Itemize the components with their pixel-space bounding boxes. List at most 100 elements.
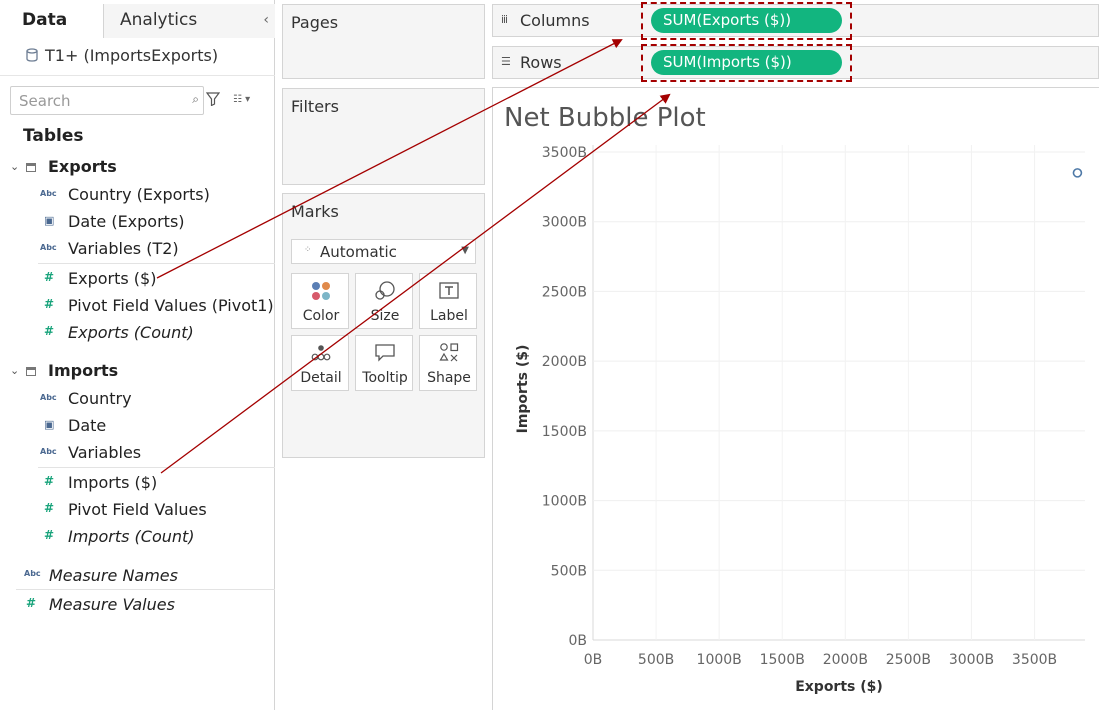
- y-tick-label: 3000B: [542, 215, 587, 231]
- field-item[interactable]: Abc Country (Exports): [0, 182, 275, 208]
- mark-type-icon: ⁘: [304, 245, 312, 255]
- label-button[interactable]: Label: [419, 273, 477, 329]
- pages-card-title: Pages: [291, 13, 339, 32]
- table-icon: [26, 367, 36, 376]
- field-label: Date: [68, 416, 107, 435]
- rows-pill-highlight: SUM(Imports ($)): [641, 44, 852, 82]
- tab-analytics[interactable]: Analytics ‹: [104, 4, 275, 38]
- chart-title: Net Bubble Plot: [504, 103, 706, 133]
- label-label: Label: [430, 308, 468, 324]
- measure-icon: #: [44, 501, 55, 515]
- scatter-chart: 0B 500B 1000B 1500B 2000B 2500B 3000B 3500B 0B 50…: [515, 145, 1085, 695]
- x-tick-label: 2000B: [823, 652, 868, 668]
- x-tick-label: 0B: [584, 652, 603, 668]
- rows-pill[interactable]: SUM(Imports ($)): [651, 50, 842, 75]
- data-marks: [1072, 168, 1083, 178]
- color-dots-icon: [292, 280, 350, 302]
- columns-pill-highlight: SUM(Exports ($)): [641, 2, 852, 40]
- field-label: Exports ($): [68, 269, 157, 288]
- shapes-icon: [420, 342, 478, 364]
- rows-shelf-label: Rows: [520, 53, 562, 72]
- y-axis-label: Imports ($): [515, 345, 531, 434]
- measure-names-item[interactable]: Abc Measure Names: [0, 563, 275, 589]
- field-item[interactable]: Abc Variables (T2): [0, 236, 275, 262]
- size-button[interactable]: Size: [355, 273, 413, 329]
- field-label: Imports (Count): [68, 527, 195, 546]
- y-tick-label: 2500B: [542, 284, 587, 300]
- x-tick-label: 500B: [638, 652, 674, 668]
- field-label: Pivot Field Values: [68, 500, 207, 519]
- chevron-down-icon[interactable]: ⌄: [10, 364, 19, 377]
- detail-dots-icon: [292, 342, 350, 364]
- string-type-icon: Abc: [40, 243, 57, 252]
- x-tick-label: 3500B: [1012, 652, 1057, 668]
- filters-card-title: Filters: [291, 97, 339, 116]
- field-item[interactable]: Abc Country: [0, 386, 275, 412]
- tooltip-button[interactable]: Tooltip: [355, 335, 413, 391]
- field-item[interactable]: # Imports (Count): [0, 524, 275, 550]
- search-icon: ⌕: [192, 92, 199, 106]
- field-item[interactable]: # Exports ($): [0, 266, 275, 292]
- field-item[interactable]: # Imports ($): [0, 470, 275, 496]
- chevron-down-icon: ▼: [461, 245, 469, 256]
- shape-label: Shape: [427, 370, 471, 386]
- datasource-name: T1+ (ImportsExports): [45, 46, 219, 65]
- view-options-icon[interactable]: ☷ ▾: [233, 94, 250, 105]
- view-canvas[interactable]: 0B 500B 1000B 1500B 2000B 2500B 3000B 3500B 0B 50…: [492, 87, 1099, 710]
- detail-label: Detail: [300, 370, 342, 386]
- tableau-workspace: { "left_pane": { "tabs": [{"label":"Data…: [0, 0, 1099, 710]
- table-icon: [26, 163, 36, 172]
- y-tick-label: 0B: [568, 633, 587, 649]
- field-label: Measure Names: [49, 566, 178, 585]
- search-input[interactable]: Search ⌕: [10, 86, 204, 115]
- rows-icon: ☰: [501, 55, 511, 68]
- pages-card[interactable]: Pages: [282, 4, 485, 79]
- tab-analytics-label: Analytics: [120, 10, 198, 30]
- data-pane-tabs: Data Analytics ‹: [0, 4, 275, 38]
- datasource-item[interactable]: T1+ (ImportsExports): [0, 40, 275, 76]
- tab-data[interactable]: Data: [0, 4, 104, 38]
- field-label: Variables (T2): [68, 239, 179, 258]
- table-group-imports[interactable]: ⌄ Imports: [0, 360, 275, 384]
- field-item[interactable]: ▣ Date: [0, 413, 275, 439]
- y-tick-label: 1000B: [542, 494, 587, 510]
- field-item[interactable]: # Pivot Field Values (Pivot1): [0, 293, 275, 319]
- x-axis-label: Exports ($): [795, 679, 883, 695]
- string-type-icon: Abc: [40, 189, 57, 198]
- table-group-exports[interactable]: ⌄ Exports: [0, 156, 275, 180]
- filters-card[interactable]: Filters: [282, 88, 485, 185]
- field-label: Country: [68, 389, 132, 408]
- measure-icon: #: [44, 474, 55, 488]
- field-item[interactable]: # Pivot Field Values: [0, 497, 275, 523]
- text-label-icon: [420, 280, 478, 302]
- x-tick-label: 2500B: [886, 652, 931, 668]
- marks-card: Marks ⁘ Automatic ▼ Color Size Label Det…: [282, 193, 485, 458]
- measure-values-item[interactable]: # Measure Values: [0, 592, 275, 618]
- filter-icon[interactable]: [205, 91, 222, 107]
- data-point[interactable]: [1072, 168, 1083, 178]
- mark-type-dropdown[interactable]: ⁘ Automatic ▼: [291, 239, 476, 264]
- x-tick-label: 1000B: [697, 652, 742, 668]
- divider: [38, 263, 275, 264]
- columns-pill[interactable]: SUM(Exports ($)): [651, 8, 842, 33]
- tables-heading: Tables: [23, 126, 84, 146]
- chevron-down-icon[interactable]: ⌄: [10, 160, 19, 173]
- tooltip-label: Tooltip: [362, 370, 408, 386]
- measure-icon: #: [44, 270, 55, 284]
- shape-button[interactable]: Shape: [419, 335, 477, 391]
- detail-button[interactable]: Detail: [291, 335, 349, 391]
- mark-type-label: Automatic: [320, 243, 397, 261]
- field-item[interactable]: Abc Variables: [0, 440, 275, 466]
- string-type-icon: Abc: [24, 569, 41, 578]
- field-label: Country (Exports): [68, 185, 210, 204]
- field-item[interactable]: # Exports (Count): [0, 320, 275, 346]
- field-item[interactable]: ▣ Date (Exports): [0, 209, 275, 235]
- size-label: Size: [370, 308, 400, 324]
- color-button[interactable]: Color: [291, 273, 349, 329]
- size-circles-icon: [356, 280, 414, 302]
- divider: [16, 589, 275, 590]
- field-label: Date (Exports): [68, 212, 185, 231]
- database-icon: [26, 48, 38, 62]
- collapse-pane-icon[interactable]: ‹: [263, 4, 269, 36]
- measure-icon: #: [44, 297, 55, 311]
